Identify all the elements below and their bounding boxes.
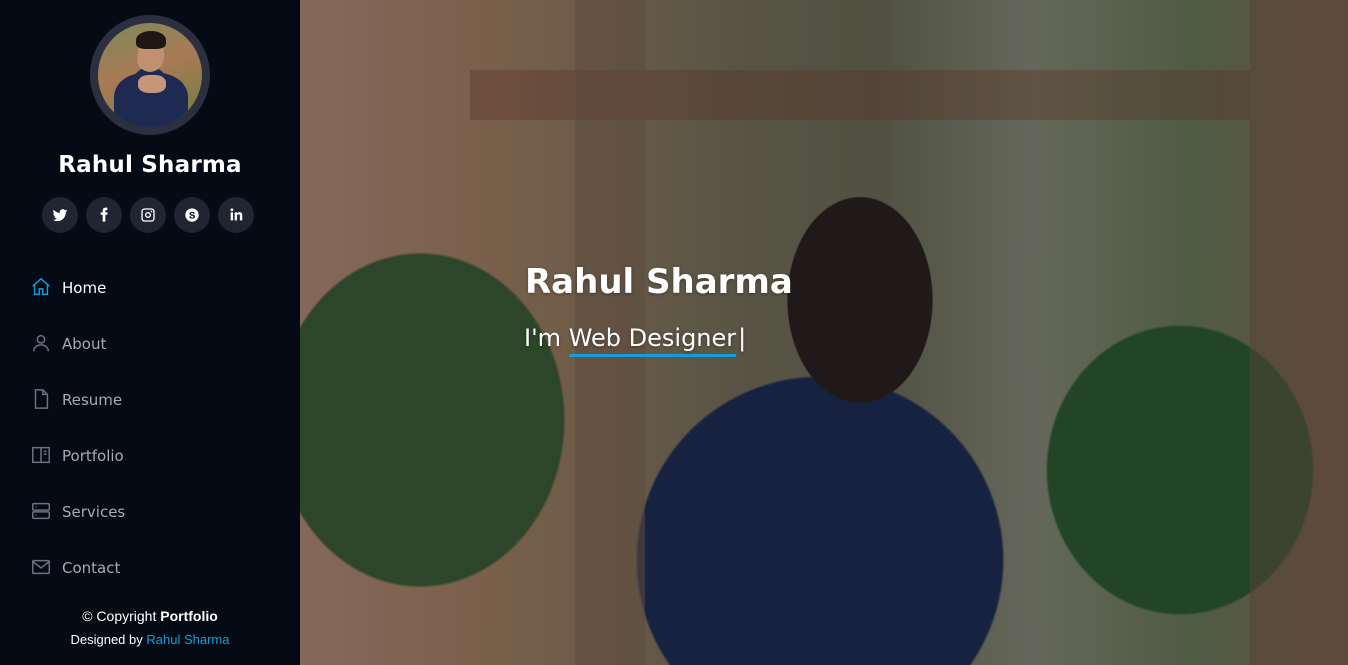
- sidebar: Rahul Sharma Home About Resume Portfolio…: [0, 0, 300, 665]
- hero-title: Rahul Sharma: [525, 262, 793, 302]
- copyright: © Copyright Portfolio: [82, 608, 218, 624]
- nav-label: Resume: [62, 391, 123, 409]
- book-icon: [30, 444, 54, 468]
- server-icon: [30, 500, 54, 524]
- envelope-icon: [30, 556, 54, 580]
- avatar: [90, 15, 210, 135]
- skype-icon: [185, 208, 199, 222]
- hero-section: Rahul Sharma I'm Web Designer|: [300, 0, 1348, 665]
- nav-label: About: [62, 335, 107, 353]
- facebook-icon: [100, 207, 108, 222]
- linkedin-icon: [230, 208, 243, 221]
- nav-label: Services: [62, 503, 126, 521]
- profile-name: Rahul Sharma: [58, 152, 242, 178]
- typed-text: Web Designer: [568, 324, 737, 357]
- home-icon: [30, 276, 54, 300]
- skype-link[interactable]: [174, 197, 210, 233]
- footer: © Copyright Portfolio Designed by Rahul …: [0, 608, 300, 647]
- nav-item-portfolio[interactable]: Portfolio: [0, 428, 300, 484]
- linkedin-link[interactable]: [218, 197, 254, 233]
- twitter-link[interactable]: [42, 197, 78, 233]
- social-links: [42, 197, 254, 233]
- nav-item-about[interactable]: About: [0, 316, 300, 372]
- nav-item-resume[interactable]: Resume: [0, 372, 300, 428]
- nav-label: Contact: [62, 559, 121, 577]
- nav-item-services[interactable]: Services: [0, 484, 300, 540]
- hero-subtitle: I'm Web Designer|: [524, 324, 747, 357]
- typing-cursor: |: [738, 324, 747, 352]
- credits: Designed by Rahul Sharma: [70, 632, 230, 647]
- file-icon: [30, 388, 54, 412]
- nav-item-home[interactable]: Home: [0, 260, 300, 316]
- person-icon: [30, 332, 54, 356]
- twitter-icon: [52, 209, 68, 222]
- instagram-icon: [141, 208, 155, 222]
- nav-label: Home: [62, 279, 107, 297]
- instagram-link[interactable]: [130, 197, 166, 233]
- nav-label: Portfolio: [62, 447, 124, 465]
- nav-item-contact[interactable]: Contact: [0, 540, 300, 596]
- designer-link[interactable]: Rahul Sharma: [146, 632, 229, 647]
- nav-menu: Home About Resume Portfolio Services Con…: [0, 260, 300, 596]
- facebook-link[interactable]: [86, 197, 122, 233]
